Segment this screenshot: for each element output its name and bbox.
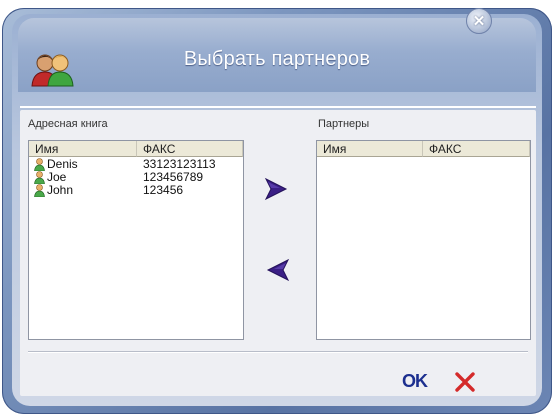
address-book-list[interactable]: Имя ФАКС Denis 33123123113 Joe 123456789…	[28, 140, 244, 340]
column-header-name[interactable]: Имя	[317, 141, 423, 157]
arrow-left-icon[interactable]	[266, 257, 292, 283]
address-book-label: Адресная книга	[28, 118, 108, 130]
contact-icon	[34, 184, 45, 197]
list-item[interactable]: John 123456	[29, 184, 243, 197]
contact-icon	[34, 158, 45, 171]
header-divider	[20, 106, 536, 108]
contact-fax: 123456	[143, 183, 184, 197]
arrow-right-icon[interactable]	[262, 176, 288, 202]
close-button[interactable]: ✕	[466, 8, 492, 34]
close-icon: ✕	[472, 12, 486, 30]
cancel-x-icon[interactable]	[453, 370, 477, 394]
partners-list[interactable]: Имя ФАКС	[316, 140, 531, 340]
dialog-title: Выбрать партнеров	[183, 48, 371, 70]
column-header-name[interactable]: Имя	[29, 141, 137, 157]
dialog-header: Выбрать партнеров	[18, 18, 536, 92]
ok-button[interactable]: OK	[402, 371, 428, 392]
contact-icon	[34, 171, 45, 184]
partners-label: Партнеры	[318, 118, 370, 130]
contact-name: John	[47, 183, 74, 197]
users-icon	[31, 54, 74, 87]
footer-divider-highlight	[28, 352, 528, 353]
column-header-fax[interactable]: ФАКС	[423, 141, 530, 157]
column-header-fax[interactable]: ФАКС	[137, 141, 243, 157]
